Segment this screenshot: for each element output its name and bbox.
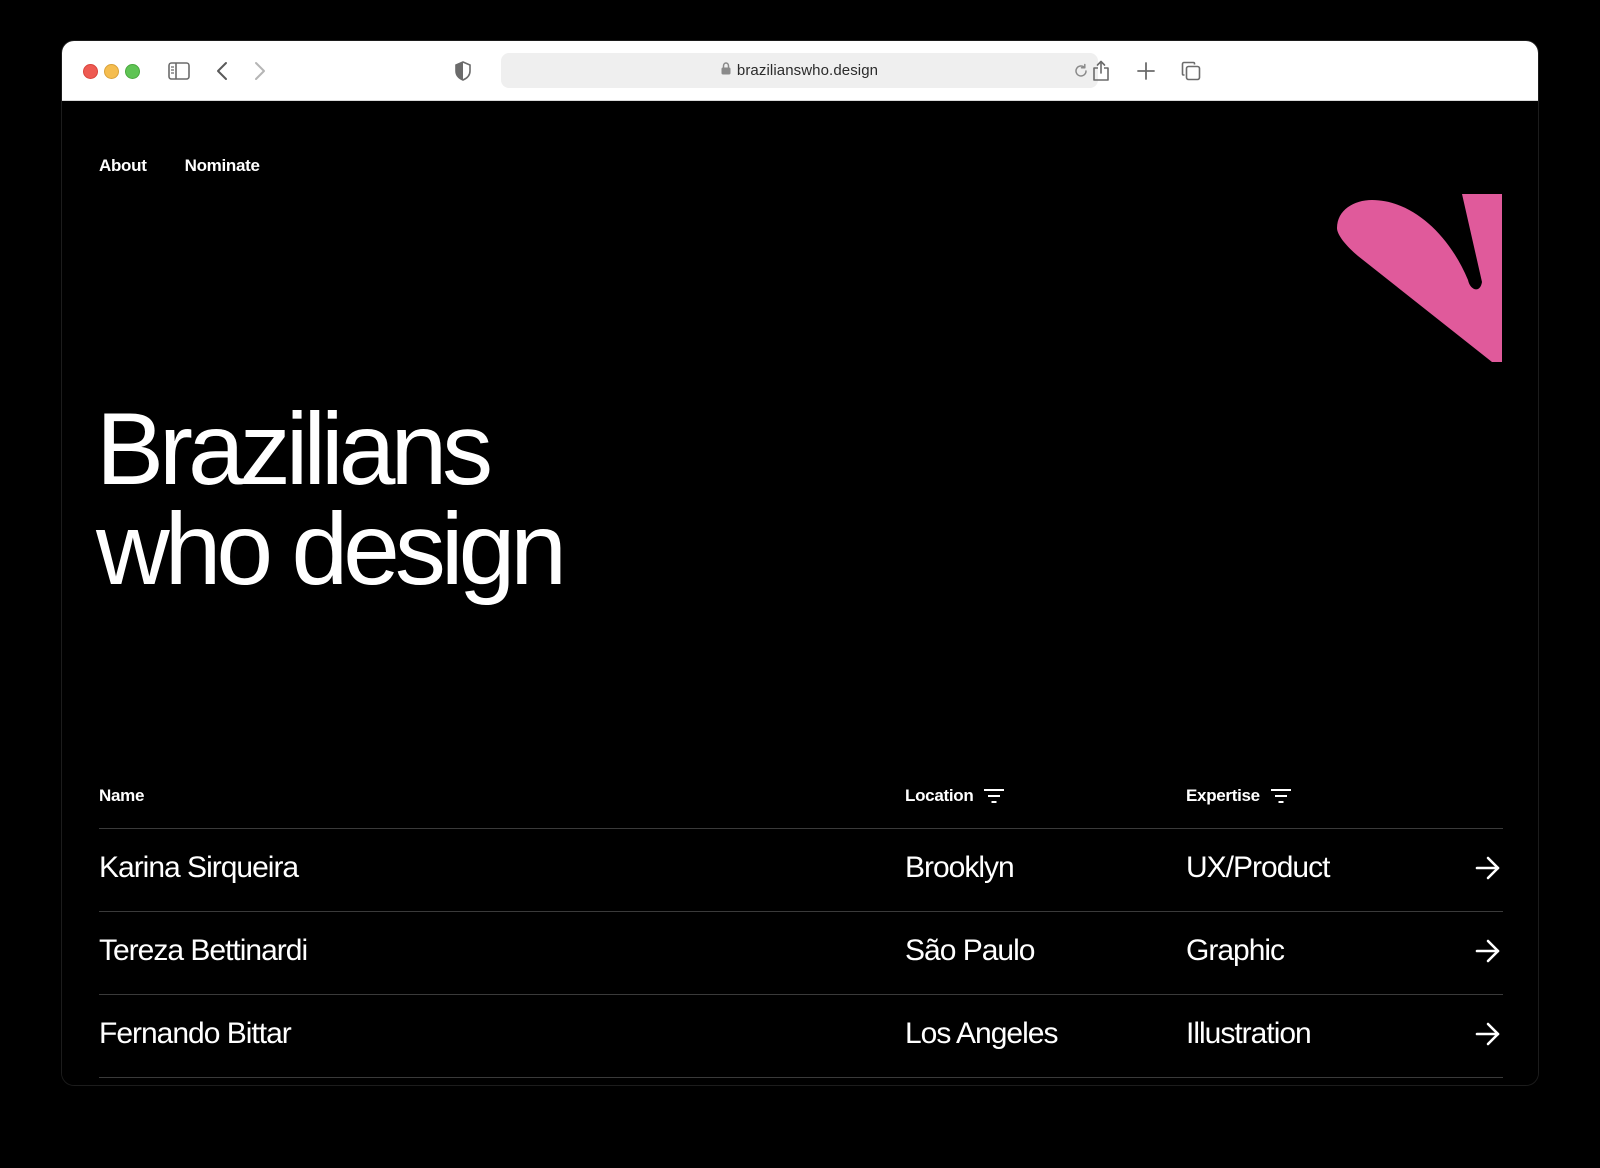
lock-icon <box>721 62 731 79</box>
share-icon[interactable] <box>1088 58 1114 84</box>
arrow-right-icon[interactable] <box>1475 855 1501 881</box>
page-title-line-1: Brazilians <box>96 392 493 506</box>
minimize-window-button[interactable] <box>104 64 119 79</box>
url-text: brazilianswho.design <box>736 62 879 79</box>
designers-table: Name Location Expertise Karina Sirqueira <box>99 773 1503 1078</box>
nav-nominate-link[interactable]: Nominate <box>185 156 260 176</box>
column-header-location[interactable]: Location <box>905 786 1005 806</box>
designer-name: Karina Sirqueira <box>99 851 299 884</box>
page-content: About Nominate Brazilians who design Nam… <box>62 101 1538 1085</box>
tab-overview-icon[interactable] <box>1178 58 1204 84</box>
arrow-right-icon[interactable] <box>1475 1021 1501 1047</box>
page-title: Brazilians who design <box>96 392 567 606</box>
table-row[interactable]: Karina Sirqueira Brooklyn UX/Product <box>99 829 1503 912</box>
location-filter-icon[interactable] <box>983 788 1005 804</box>
designer-expertise: Illustration <box>1186 1017 1312 1050</box>
designer-expertise: Graphic <box>1186 934 1285 967</box>
browser-toolbar: brazilianswho.design <box>62 41 1538 101</box>
new-tab-icon[interactable] <box>1133 58 1159 84</box>
forward-icon[interactable] <box>247 58 273 84</box>
designer-name: Fernando Bittar <box>99 1017 292 1050</box>
address-bar[interactable]: brazilianswho.design <box>501 53 1098 88</box>
expertise-filter-icon[interactable] <box>1270 788 1292 804</box>
column-header-name[interactable]: Name <box>99 786 144 806</box>
column-header-expertise[interactable]: Expertise <box>1186 786 1292 806</box>
back-icon[interactable] <box>209 58 235 84</box>
page-title-line-2: who design <box>96 492 567 606</box>
designer-location: Los Angeles <box>905 1017 1058 1050</box>
nav-about-link[interactable]: About <box>99 156 147 176</box>
designer-name: Tereza Bettinardi <box>99 934 308 967</box>
sidebar-toggle-icon[interactable] <box>166 58 192 84</box>
close-window-button[interactable] <box>83 64 98 79</box>
table-row[interactable]: Tereza Bettinardi São Paulo Graphic <box>99 912 1503 995</box>
arrow-right-icon[interactable] <box>1475 938 1501 964</box>
top-nav: About Nominate <box>99 156 260 176</box>
privacy-shield-icon[interactable] <box>450 58 476 84</box>
designer-location: São Paulo <box>905 934 1035 967</box>
browser-window: brazilianswho.design About Nominate Braz… <box>62 41 1538 1085</box>
table-row[interactable]: Fernando Bittar Los Angeles Illustration <box>99 995 1503 1078</box>
site-logo[interactable] <box>1336 194 1502 362</box>
zoom-window-button[interactable] <box>125 64 140 79</box>
designer-expertise: UX/Product <box>1186 851 1330 884</box>
designer-location: Brooklyn <box>905 851 1015 884</box>
table-header: Name Location Expertise <box>99 773 1503 829</box>
